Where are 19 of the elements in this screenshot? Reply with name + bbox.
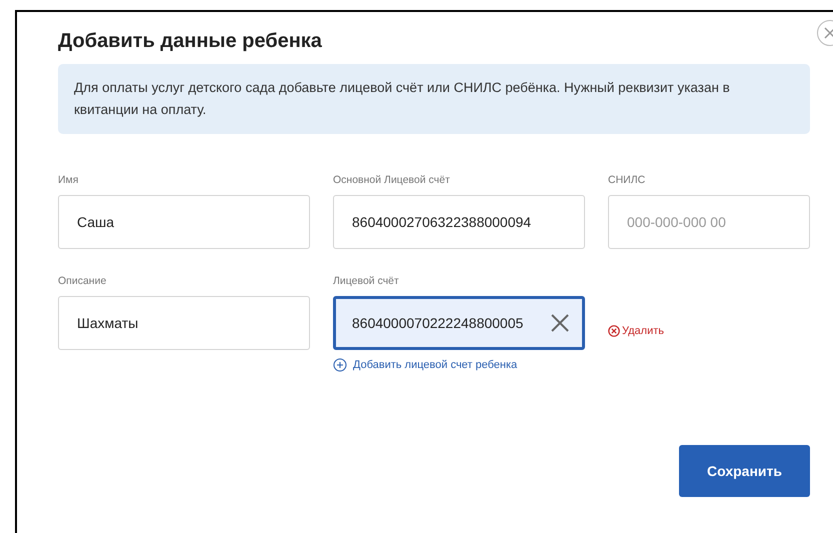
field-label: Описание [58, 275, 106, 287]
delete-link[interactable]: Удалить [608, 325, 810, 337]
field-label: СНИЛС [608, 174, 646, 186]
input-field[interactable]: 8604000070222248800005 [333, 296, 585, 350]
input-field[interactable]: Шахматы [58, 296, 310, 350]
dialog-title: Добавить данные ребенка [58, 30, 323, 53]
plus-circle-icon [333, 358, 347, 372]
info-notice: Для оплаты услуг детского сада добавьте лицевой счёт или СНИЛС ребёнка. Нужный реквизит указан в квитанции на оплату. [58, 64, 810, 134]
cross-circle-icon [608, 325, 620, 337]
close-icon [824, 27, 833, 39]
field-label: Основной Лицевой счёт [333, 174, 450, 186]
input-field[interactable]: Саша [58, 195, 310, 249]
field-label: Имя [58, 174, 78, 186]
clear-icon[interactable] [549, 312, 571, 334]
add-account-link[interactable]: Добавить лицевой счет ребенка [333, 358, 518, 372]
save-button[interactable]: Сохранить [679, 445, 810, 497]
input-field[interactable]: 000-000-000 00 [608, 195, 810, 249]
input-field[interactable]: 86040002706322388000094 [333, 195, 585, 249]
field-label: Лицевой счёт [333, 275, 399, 287]
